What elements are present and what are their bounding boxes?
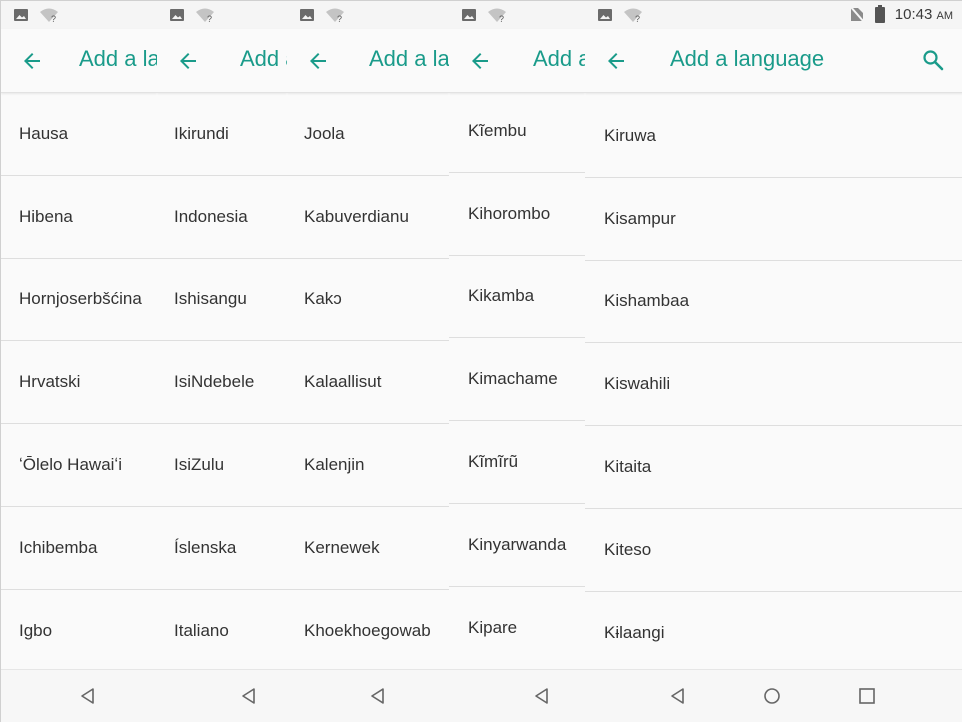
list-item[interactable]: Kiteso (585, 509, 962, 592)
page-title: Add a language (240, 46, 287, 71)
wifi-unknown-icon: ? (196, 8, 214, 23)
nav-back-icon[interactable] (667, 685, 689, 707)
image-icon (170, 9, 184, 21)
wifi-unknown-icon: ? (40, 8, 58, 23)
language-list: Hausa Hibena Hornjoserbšćina Hrvatski ʻŌ… (1, 93, 157, 673)
status-bar: ? (157, 1, 287, 29)
language-list-screen: ? Add a language Hausa Hibena Hornjoserb… (1, 1, 157, 722)
list-item[interactable]: Kalaallisut (287, 341, 449, 425)
page-title: Add a language (79, 46, 157, 71)
search-icon[interactable] (921, 48, 945, 72)
svg-text:?: ? (499, 14, 504, 23)
list-item[interactable]: Kiruwa (585, 95, 962, 178)
list-item[interactable]: Kinyarwanda (449, 504, 585, 587)
app-bar: Add a language (157, 29, 287, 93)
list-item[interactable]: Hibena (1, 176, 157, 259)
list-item[interactable]: Kimachame (449, 338, 585, 422)
list-item[interactable]: Kipare (449, 587, 585, 670)
nav-back-icon[interactable] (77, 685, 99, 707)
list-item[interactable]: Hausa (1, 93, 157, 176)
svg-text:?: ? (635, 14, 640, 23)
list-item[interactable]: Kakɔ (287, 259, 449, 342)
list-item[interactable]: Kabuverdianu (287, 176, 449, 259)
image-icon (14, 9, 28, 21)
language-list-screen: ? Add a language Kĩembu Kihorombo Kikamb… (449, 1, 585, 722)
image-icon (300, 9, 314, 21)
svg-text:?: ? (337, 14, 342, 23)
nav-back-icon[interactable] (238, 685, 260, 707)
nav-back-icon[interactable] (367, 685, 389, 707)
svg-text:?: ? (51, 14, 56, 23)
nav-back-icon[interactable] (531, 685, 553, 707)
list-item[interactable]: Ishisangu (157, 259, 287, 342)
arrow-left-icon[interactable] (305, 49, 331, 73)
navigation-bar (1, 669, 157, 722)
clock-ampm: AM (936, 9, 954, 22)
clock-time: 10:43 AM (894, 5, 954, 23)
svg-text:?: ? (207, 14, 212, 23)
list-item[interactable]: Kɨlaangi (585, 592, 962, 675)
status-bar: ? (1, 1, 157, 29)
list-item[interactable]: Kiswahili (585, 343, 962, 427)
status-bar: ? 10:43 AM (585, 1, 962, 29)
list-item[interactable]: Kisampur (585, 178, 962, 261)
list-item[interactable]: Kĩembu (449, 90, 585, 173)
list-item[interactable]: Íslenska (157, 507, 287, 590)
list-item[interactable]: Joola (287, 93, 449, 176)
language-list-screen: ? 10:43 AM Add a language Kiruwa Kisampu… (585, 1, 962, 722)
no-sim-icon (849, 5, 865, 23)
list-item[interactable]: ʻŌlelo Hawaiʻi (1, 424, 157, 507)
battery-icon (874, 5, 885, 23)
language-list: Kĩembu Kihorombo Kikamba Kimachame Kĩmĩr… (449, 90, 585, 670)
arrow-left-icon[interactable] (467, 49, 493, 73)
list-item[interactable]: Kikamba (449, 256, 585, 339)
navigation-bar (287, 669, 449, 722)
page-title: Add a language (369, 46, 449, 71)
list-item[interactable]: Kĩmĩrũ (449, 421, 585, 504)
language-list-screen: ? Add a language Ikirundi Indonesia Ishi… (157, 1, 287, 722)
list-item[interactable]: Ikirundi (157, 93, 287, 176)
wifi-unknown-icon: ? (624, 8, 642, 23)
language-list: Ikirundi Indonesia Ishisangu IsiNdebele … (157, 93, 287, 673)
image-icon (462, 9, 476, 21)
list-item[interactable]: Hornjoserbšćina (1, 259, 157, 342)
arrow-left-icon[interactable] (603, 49, 629, 73)
app-bar: Add a language (287, 29, 449, 93)
page-title: Add a language (533, 46, 585, 71)
language-list-screen: ? Add a language Joola Kabuverdianu Kakɔ… (287, 1, 449, 722)
list-item[interactable]: Hrvatski (1, 341, 157, 425)
arrow-left-icon[interactable] (19, 49, 45, 73)
app-bar: Add a language (1, 29, 157, 93)
list-item[interactable]: IsiNdebele (157, 341, 287, 425)
screenshot-collage: ? Add a language Hausa Hibena Hornjoserb… (0, 0, 962, 722)
app-bar: Add a language (585, 29, 962, 93)
status-bar: ? (449, 1, 585, 29)
list-item[interactable]: Ichibemba (1, 507, 157, 590)
navigation-bar (157, 669, 287, 722)
list-item[interactable]: Kalenjin (287, 424, 449, 507)
language-list: Joola Kabuverdianu Kakɔ Kalaallisut Kale… (287, 93, 449, 673)
list-item[interactable]: Khoekhoegowab (287, 590, 449, 673)
nav-home-icon[interactable] (761, 685, 783, 707)
arrow-left-icon[interactable] (175, 49, 201, 73)
status-bar: ? (287, 1, 449, 29)
list-item[interactable]: Kitaita (585, 426, 962, 509)
list-item[interactable]: Kishambaa (585, 261, 962, 344)
navigation-bar (585, 669, 962, 722)
list-item[interactable]: IsiZulu (157, 424, 287, 507)
page-title: Add a language (670, 46, 825, 71)
navigation-bar (449, 669, 585, 722)
wifi-unknown-icon: ? (488, 8, 506, 23)
list-item[interactable]: Kihorombo (449, 173, 585, 256)
wifi-unknown-icon: ? (326, 8, 344, 23)
list-item[interactable]: Igbo (1, 590, 157, 673)
nav-recents-icon[interactable] (856, 685, 878, 707)
app-bar: Add a language (449, 29, 585, 93)
image-icon (598, 9, 612, 21)
language-list: Kiruwa Kisampur Kishambaa Kiswahili Kita… (585, 95, 962, 675)
list-item[interactable]: Italiano (157, 590, 287, 673)
list-item[interactable]: Kernewek (287, 507, 449, 590)
list-item[interactable]: Indonesia (157, 176, 287, 259)
